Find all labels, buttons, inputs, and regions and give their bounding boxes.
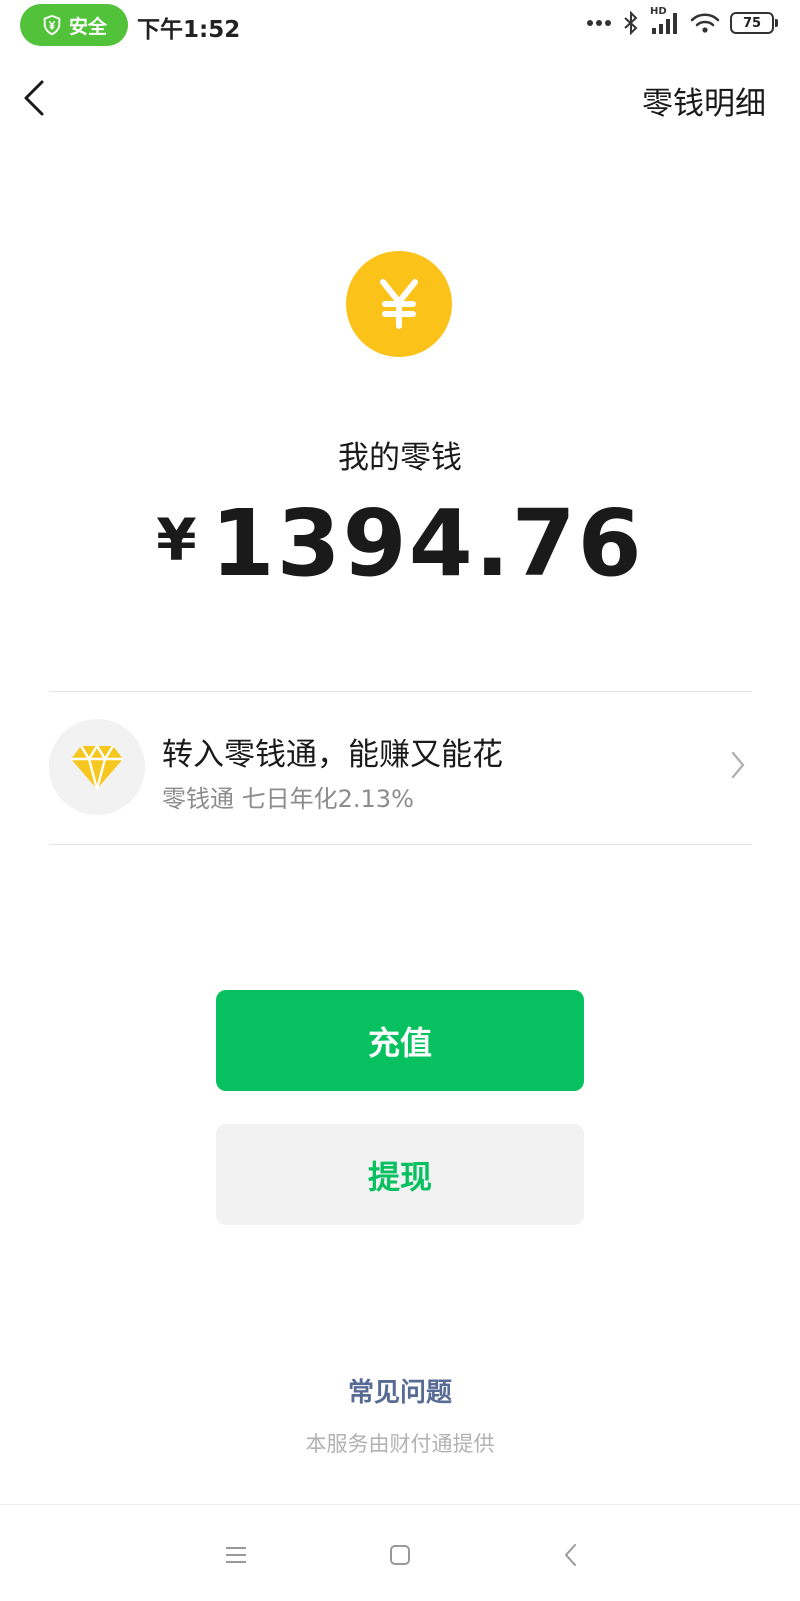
system-back-button[interactable] [552,1537,588,1573]
more-dots-icon [587,20,611,26]
yuan-coin-icon [346,251,452,357]
chevron-left-icon [24,80,44,116]
status-bar: 安全 下午1:52 HD 75 [0,0,800,50]
balance-label: 我的零钱 [338,440,462,476]
system-nav-bar [0,1504,800,1601]
balance-amount: 1394.76 [210,490,644,597]
chevron-right-icon [731,751,745,779]
menu-icon [226,1547,246,1563]
home-button[interactable] [382,1537,418,1573]
divider [49,844,752,845]
status-icons: HD 75 [586,6,778,36]
balance-details-link[interactable]: 零钱明细 [642,78,766,123]
status-time: 下午1:52 [137,17,241,43]
back-button[interactable] [22,74,62,122]
security-badge[interactable]: 安全 [20,4,128,46]
security-label: 安全 [68,15,107,38]
currency-symbol: ¥ [156,505,197,574]
home-square-icon [390,1545,410,1565]
back-arrow-icon [565,1544,576,1566]
diamond-icon [49,719,145,815]
faq-link[interactable]: 常见问题 [0,1372,800,1409]
recharge-button[interactable]: 充值 [216,990,584,1091]
shield-icon [43,14,61,36]
promo-subtitle: 零钱通 七日年化2.13% [162,785,414,813]
signal-icon: HD [650,6,680,36]
bluetooth-icon [624,11,638,35]
battery-level: 75 [742,15,762,31]
wifi-icon [690,13,720,33]
menu-button[interactable] [218,1537,254,1573]
lingqiantong-promo-row[interactable]: 转入零钱通，能赚又能花 零钱通 七日年化2.13% [49,692,752,844]
provider-text: 本服务由财付通提供 [305,1432,495,1456]
promo-title: 转入零钱通，能赚又能花 [162,737,503,773]
withdraw-button[interactable]: 提现 [216,1124,584,1225]
battery-icon: 75 [730,12,778,34]
balance-amount-row: ¥ 1394.76 [0,490,800,597]
